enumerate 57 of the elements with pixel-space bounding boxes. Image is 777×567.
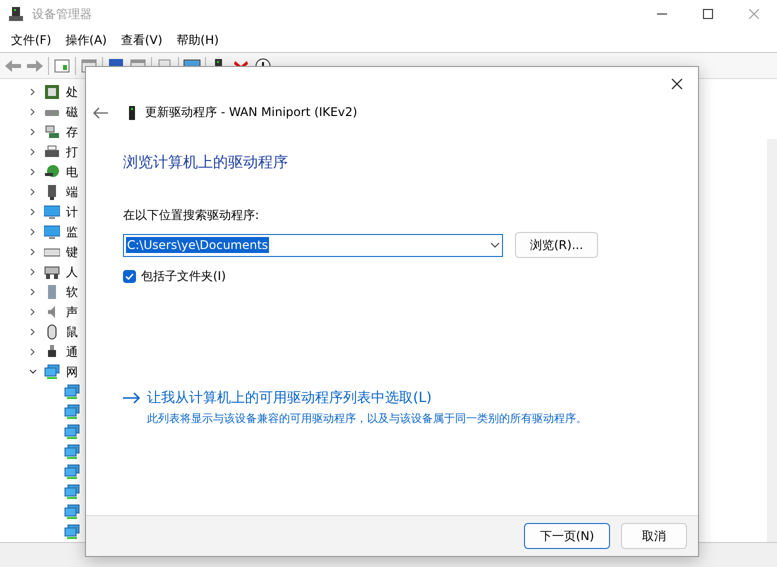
- chip-icon: [44, 84, 60, 100]
- cancel-button[interactable]: 取消: [621, 523, 687, 549]
- tree-item[interactable]: 打: [66, 144, 78, 160]
- properties-icon[interactable]: [53, 56, 71, 74]
- dialog-title: 更新驱动程序 - WAN Miniport (IKEv2): [145, 104, 358, 121]
- link-description: 此列表将显示与该设备兼容的可用驱动程序，以及与该设备属于同一类别的所有驱动程序。: [147, 411, 587, 427]
- menu-item[interactable]: 帮助(H): [171, 30, 224, 50]
- menu-item[interactable]: 操作(A): [60, 30, 112, 50]
- network-icon: [44, 364, 60, 380]
- menu-item[interactable]: 查看(V): [116, 30, 168, 50]
- monitor-icon: [44, 224, 60, 240]
- checkbox-label: 包括子文件夹(I): [141, 268, 226, 285]
- window-title: 设备管理器: [32, 6, 92, 22]
- device-icon: [127, 106, 137, 120]
- monitor-icon: [44, 204, 60, 220]
- scrollbar[interactable]: [767, 139, 777, 542]
- next-button[interactable]: 下一页(N): [524, 523, 610, 549]
- tree-item[interactable]: 磁: [66, 104, 78, 120]
- tree-item[interactable]: 网: [66, 364, 78, 380]
- tree-item[interactable]: 监: [66, 224, 78, 240]
- maximize-icon: [703, 9, 713, 19]
- tree-item[interactable]: 电: [66, 164, 78, 180]
- close-icon: [749, 9, 759, 19]
- menu-item[interactable]: 文件(F): [6, 30, 56, 50]
- tree-item[interactable]: 键: [66, 244, 78, 260]
- tree-item[interactable]: 存: [66, 124, 78, 140]
- network-icon: [64, 384, 80, 400]
- tree-item[interactable]: 端: [66, 184, 78, 200]
- field-label: 在以下位置搜索驱动程序:: [123, 207, 260, 224]
- tree-item[interactable]: 人: [66, 264, 78, 280]
- tree-item[interactable]: 计: [66, 204, 78, 220]
- tree-item[interactable]: 鼠: [66, 324, 78, 340]
- gamepad-icon: [44, 264, 60, 280]
- arrow-icon: [123, 392, 141, 404]
- network-icon: [64, 444, 80, 460]
- network-icon: [64, 524, 80, 540]
- network-icon: [64, 424, 80, 440]
- tree-item[interactable]: 处: [66, 84, 78, 100]
- storage-icon: [44, 124, 60, 140]
- caret-icon: [490, 242, 500, 248]
- path-combo-box[interactable]: C:\Users\ye\Documents: [123, 234, 503, 256]
- network-icon: [64, 504, 80, 520]
- app-icon: [8, 6, 24, 22]
- browse-button[interactable]: 浏览(R)...: [515, 232, 598, 258]
- tree-item[interactable]: 通: [66, 344, 78, 360]
- close-icon: [671, 78, 683, 90]
- heading: 浏览计算机上的驱动程序: [123, 153, 289, 172]
- printer-icon: [44, 144, 60, 160]
- tree-item[interactable]: 软: [66, 284, 78, 300]
- network-icon: [64, 464, 80, 480]
- driver-list-link[interactable]: 让我从计算机上的可用驱动程序列表中选取(L): [147, 389, 587, 407]
- network-icon: [64, 484, 80, 500]
- tree-item[interactable]: 声: [66, 304, 78, 320]
- back-arrow-icon[interactable]: [93, 106, 109, 118]
- check-icon: [125, 273, 134, 280]
- checkbox[interactable]: [123, 270, 136, 283]
- network-icon: [64, 404, 80, 420]
